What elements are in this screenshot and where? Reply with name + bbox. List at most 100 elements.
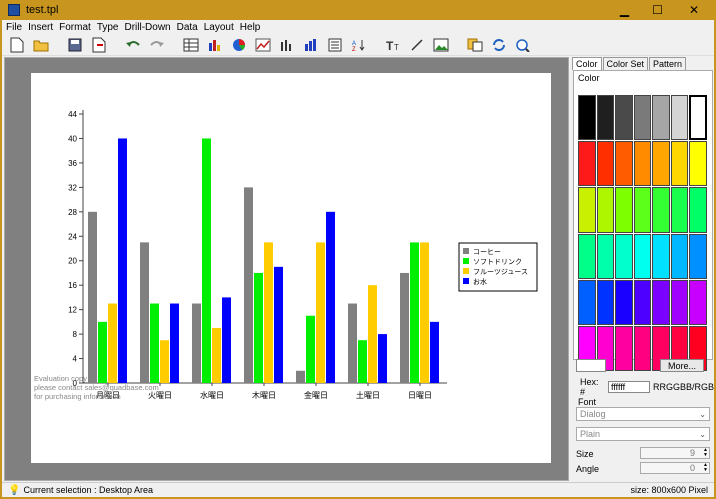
line-chart-icon[interactable] [254, 36, 272, 54]
menu-layout[interactable]: Layout [204, 22, 234, 33]
color-swatch[interactable] [670, 279, 689, 325]
maximize-button[interactable]: ☐ [641, 0, 674, 20]
sort-icon[interactable]: AZ [350, 36, 368, 54]
redo-icon[interactable] [148, 36, 166, 54]
color-swatch[interactable] [670, 233, 689, 279]
color-swatch[interactable] [689, 233, 707, 279]
bar [378, 334, 387, 383]
bar [254, 272, 263, 383]
color-swatch[interactable] [615, 325, 633, 371]
hex-label: Hex: # [580, 377, 599, 397]
color-swatch[interactable] [615, 187, 633, 233]
color-label: Color [578, 73, 600, 83]
font-family-select[interactable]: Dialog ⌄ [576, 407, 710, 421]
undo-icon[interactable] [124, 36, 142, 54]
color-swatch[interactable] [615, 95, 633, 141]
pie-chart-icon[interactable] [230, 36, 248, 54]
chevron-down-icon: ⌄ [699, 429, 706, 439]
copy-icon[interactable] [466, 36, 484, 54]
bar-chart[interactable]: 048121620242832364044月曜日 火曜日 水曜日 木曜日 金曜日 土曜日日… [31, 73, 551, 463]
status-bar: 💡 Current selection : Desktop Area size:… [2, 482, 714, 497]
color-swatch[interactable] [652, 187, 670, 233]
menu-drill-down[interactable]: Drill-Down [125, 22, 171, 33]
column-chart-icon[interactable] [278, 36, 296, 54]
color-swatch[interactable] [615, 233, 633, 279]
stack-chart-icon[interactable] [302, 36, 320, 54]
bar [326, 211, 335, 383]
export-icon[interactable] [90, 36, 108, 54]
tab-pattern[interactable]: Pattern [649, 57, 687, 70]
menu-help[interactable]: Help [240, 22, 261, 33]
font-style-select[interactable]: Plain ⌄ [576, 427, 710, 441]
size-label: Size [576, 449, 594, 459]
font-section: Font Dialog ⌄ Plain ⌄ Size 9 ▲ ▼ Angle 0 ▲ ▼ [572, 397, 714, 481]
color-swatch[interactable] [596, 95, 615, 141]
hex-input[interactable] [607, 381, 650, 393]
open-icon[interactable] [32, 36, 50, 54]
minimize-button[interactable]: ▁ [608, 0, 641, 20]
color-swatch[interactable] [633, 233, 652, 279]
legend-label: ソフトドリンク [473, 258, 522, 266]
legend-swatch [463, 268, 469, 274]
color-swatch[interactable] [615, 279, 633, 325]
bar [368, 285, 377, 383]
angle-spinner[interactable]: 0 ▲ ▼ [640, 462, 710, 474]
close-button[interactable]: ✕ [674, 0, 714, 20]
color-swatch[interactable] [578, 187, 596, 233]
preview-icon[interactable] [514, 36, 532, 54]
list-icon[interactable] [326, 36, 344, 54]
color-swatch[interactable] [670, 141, 689, 187]
color-swatch[interactable] [596, 279, 615, 325]
color-swatch[interactable] [652, 279, 670, 325]
bar [160, 340, 169, 383]
color-swatch[interactable] [615, 141, 633, 187]
canvas-area[interactable]: 0 4 8 12 16 20 24 28 32 36 40 44 月曜日 火曜日 水曜日 木曜日 金曜日 土曜日日… [4, 57, 569, 481]
color-swatch[interactable] [596, 187, 615, 233]
color-swatch[interactable] [596, 141, 615, 187]
color-swatch[interactable] [633, 95, 652, 141]
color-swatch[interactable] [633, 279, 652, 325]
color-swatch[interactable] [689, 95, 707, 141]
color-swatch[interactable] [578, 233, 596, 279]
color-swatch[interactable] [578, 279, 596, 325]
color-swatch[interactable] [652, 233, 670, 279]
color-swatch[interactable] [633, 141, 652, 187]
x-tick-label: 木曜日 [252, 390, 276, 400]
color-swatch[interactable] [670, 187, 689, 233]
tab-color[interactable]: Color [572, 57, 602, 70]
menu-insert[interactable]: Insert [28, 22, 53, 33]
text-icon[interactable]: TT [384, 36, 402, 54]
color-swatch[interactable] [689, 141, 707, 187]
color-swatch[interactable] [578, 95, 596, 141]
tab-color-set[interactable]: Color Set [602, 57, 649, 70]
menu-data[interactable]: Data [177, 22, 198, 33]
menu-file[interactable]: File [6, 22, 22, 33]
color-swatch[interactable] [652, 95, 670, 141]
refresh-icon[interactable] [490, 36, 508, 54]
color-swatch[interactable] [652, 141, 670, 187]
save-icon[interactable] [66, 36, 84, 54]
color-swatch[interactable] [578, 141, 596, 187]
angle-label: Angle [576, 464, 600, 474]
color-swatch[interactable] [670, 95, 689, 141]
color-swatch[interactable] [596, 233, 615, 279]
line-draw-icon[interactable] [408, 36, 426, 54]
y-tick-label: 24 [68, 232, 77, 241]
menu-type[interactable]: Type [97, 22, 119, 33]
image-icon[interactable] [432, 36, 450, 54]
table-icon[interactable] [182, 36, 200, 54]
report-page[interactable]: 0 4 8 12 16 20 24 28 32 36 40 44 月曜日 火曜日 水曜日 木曜日 金曜日 土曜日日… [31, 73, 551, 463]
bar [420, 242, 429, 383]
size-spinner[interactable]: 9 ▲ ▼ [640, 447, 710, 459]
toolbar: AZ TT [2, 34, 714, 56]
color-swatch[interactable] [689, 279, 707, 325]
color-swatch[interactable] [689, 187, 707, 233]
bar-chart-icon[interactable] [206, 36, 224, 54]
new-icon[interactable] [8, 36, 26, 54]
color-swatch[interactable] [633, 187, 652, 233]
y-tick-label: 20 [68, 257, 77, 266]
more-colors-button[interactable]: More... [660, 359, 704, 372]
color-swatch[interactable] [633, 325, 652, 371]
bar [140, 242, 149, 383]
menu-format[interactable]: Format [59, 22, 91, 33]
